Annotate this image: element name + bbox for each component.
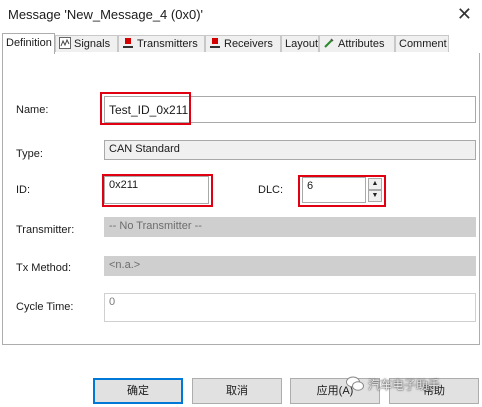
tab-label: Comment xyxy=(399,38,447,50)
cycle-time-field: 0 xyxy=(104,293,476,322)
tab-strip: Definition Signals Transmitters Receiver… xyxy=(2,33,480,54)
watermark-text: 汽车电子助手 xyxy=(368,378,441,392)
txmethod-select[interactable]: <n.a.> xyxy=(104,256,476,276)
wechat-icon xyxy=(346,376,364,391)
txmethod-label: Tx Method: xyxy=(16,262,72,274)
apply-button[interactable]: 应用(A) xyxy=(290,378,380,404)
tab-transmitters[interactable]: Transmitters xyxy=(118,35,205,52)
dlc-decrement-button[interactable]: ▼ xyxy=(368,190,382,202)
signals-icon xyxy=(59,37,71,49)
title-bar: Message 'New_Message_4 (0x0)' ✕ xyxy=(0,0,482,30)
cycle-time-label: Cycle Time: xyxy=(16,301,74,313)
receiver-icon xyxy=(210,38,220,48)
tab-receivers[interactable]: Receivers xyxy=(205,35,281,52)
name-field[interactable]: Test_ID_0x211 xyxy=(104,96,476,123)
tab-layout[interactable]: Layout xyxy=(281,35,319,52)
tab-attributes[interactable]: Attributes xyxy=(319,35,395,52)
tab-signals[interactable]: Signals xyxy=(55,35,118,52)
tab-definition[interactable]: Definition xyxy=(2,33,55,54)
type-field: CAN Standard xyxy=(104,140,476,160)
dlc-increment-button[interactable]: ▲ xyxy=(368,178,382,190)
tab-label: Layout xyxy=(285,38,319,50)
transmitter-select[interactable]: -- No Transmitter -- xyxy=(104,217,476,237)
tab-label: Signals xyxy=(74,38,111,50)
tab-label: Receivers xyxy=(224,38,273,50)
id-field[interactable]: 0x211 xyxy=(104,176,209,204)
type-label: Type: xyxy=(16,148,43,160)
tab-label: Transmitters xyxy=(137,38,198,50)
tab-label: Attributes xyxy=(338,38,385,50)
tab-label: Definition xyxy=(6,37,52,49)
name-label: Name: xyxy=(16,104,49,116)
close-icon[interactable]: ✕ xyxy=(457,3,472,25)
transmitter-label: Transmitter: xyxy=(16,224,75,236)
transmitter-icon xyxy=(123,38,133,48)
id-label: ID: xyxy=(16,184,31,196)
attributes-icon xyxy=(324,38,334,48)
dlc-field[interactable]: 6 xyxy=(302,177,366,203)
ok-button[interactable]: 确定 xyxy=(93,378,183,404)
window-title: Message 'New_Message_4 (0x0)' xyxy=(8,7,203,22)
dlc-label: DLC: xyxy=(258,184,284,196)
cancel-button[interactable]: 取消 xyxy=(192,378,282,404)
tab-comment[interactable]: Comment xyxy=(395,35,449,52)
